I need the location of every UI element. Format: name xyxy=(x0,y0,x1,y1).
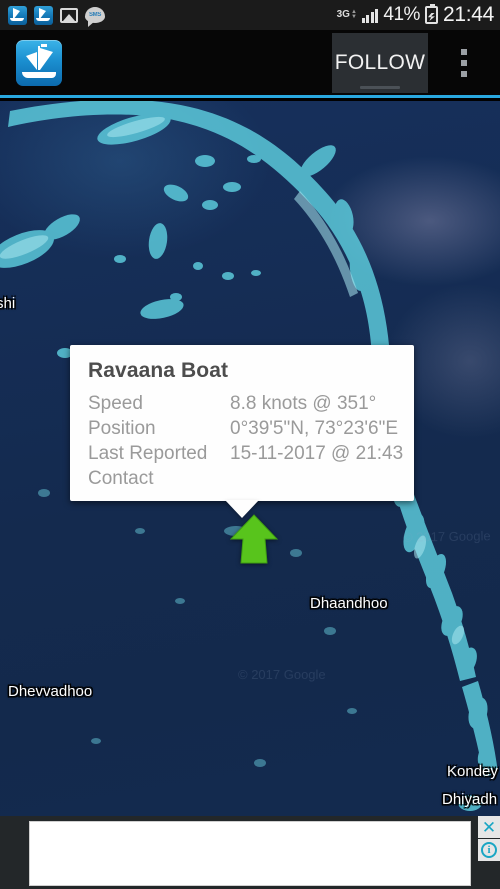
popup-row-last-reported: Last Reported 15-11-2017 @ 21:43 xyxy=(70,441,414,466)
ad-close-label: ✕ xyxy=(481,817,497,837)
status-bar-notifications: SMS xyxy=(8,5,105,27)
info-icon[interactable]: i xyxy=(478,839,500,861)
battery-percent-label: 41% xyxy=(383,4,420,25)
popup-label-position: Position xyxy=(88,417,156,439)
map-attribution-watermark: © 2017 Google xyxy=(402,528,491,545)
sailboat-app-notification-icon-1 xyxy=(8,5,27,25)
map-label-dhaandhoo: Dhaandhoo xyxy=(310,595,388,612)
map-label-shi: shi xyxy=(0,295,16,312)
popup-label-contact: Contact xyxy=(88,467,154,489)
map-attribution-watermark: © 2017 Google xyxy=(238,667,326,682)
popup-row-contact[interactable]: Contact xyxy=(70,466,414,491)
map-label-dhevvadhoo: Dhevvadhoo xyxy=(8,683,93,700)
network-type-indicator: 3G ▲ ▼ xyxy=(336,8,357,21)
gallery-image-icon xyxy=(60,7,78,23)
popup-row-speed: Speed 8.8 knots @ 351° xyxy=(70,391,414,416)
popup-detail-rows: Speed 8.8 knots @ 351° Position 0°39'5"N… xyxy=(70,391,414,491)
satellite-map[interactable]: © 2017 Google © 2017 Google shi Dhaandho… xyxy=(0,101,500,816)
sms-icon-label: SMS xyxy=(88,12,102,18)
status-bar-clock: 21:44 xyxy=(442,3,494,26)
overflow-menu-icon[interactable] xyxy=(428,29,500,97)
battery-charging-icon xyxy=(424,4,438,24)
popup-pointer-tail xyxy=(225,500,259,518)
popup-value-last-reported: 15-11-2017 @ 21:43 xyxy=(230,442,404,464)
boat-heading-arrow-marker[interactable] xyxy=(227,513,281,565)
ad-banner-area: ✕ i xyxy=(0,816,500,889)
signal-strength-icon xyxy=(361,8,379,23)
ad-banner[interactable] xyxy=(29,821,471,886)
popup-value-position: 0°39'5"N, 73°23'6"E xyxy=(230,417,398,439)
data-transfer-arrows-icon: ▲ ▼ xyxy=(350,8,357,20)
follow-button[interactable]: FOLLOW xyxy=(332,32,428,93)
popup-title: Ravaana Boat xyxy=(88,359,229,382)
follow-button-label: FOLLOW xyxy=(334,50,426,74)
popup-row-position: Position 0°39'5"N, 73°23'6"E xyxy=(70,416,414,441)
popup-value-speed: 8.8 knots @ 351° xyxy=(230,392,377,414)
boat-info-popup[interactable]: Ravaana Boat Speed 8.8 knots @ 351° Posi… xyxy=(70,345,414,518)
sailboat-app-notification-icon-2 xyxy=(34,5,53,25)
popup-label-last-reported: Last Reported xyxy=(88,442,208,464)
ad-info-label: i xyxy=(481,842,497,858)
sms-message-icon: SMS xyxy=(85,7,105,27)
map-label-dhiyadhoo: Dhiyadh xyxy=(442,791,498,808)
network-type-label: 3G xyxy=(336,8,350,20)
sailboat-logo-icon[interactable] xyxy=(16,39,62,86)
status-bar: SMS 3G ▲ ▼ 41% 21:44 xyxy=(0,0,500,30)
app-bar: FOLLOW xyxy=(0,30,500,98)
map-label-kondey: Kondey xyxy=(447,763,498,780)
status-bar-system: 3G ▲ ▼ 41% 21:44 xyxy=(336,3,495,27)
close-icon[interactable]: ✕ xyxy=(478,816,500,838)
popup-label-speed: Speed xyxy=(88,392,143,414)
